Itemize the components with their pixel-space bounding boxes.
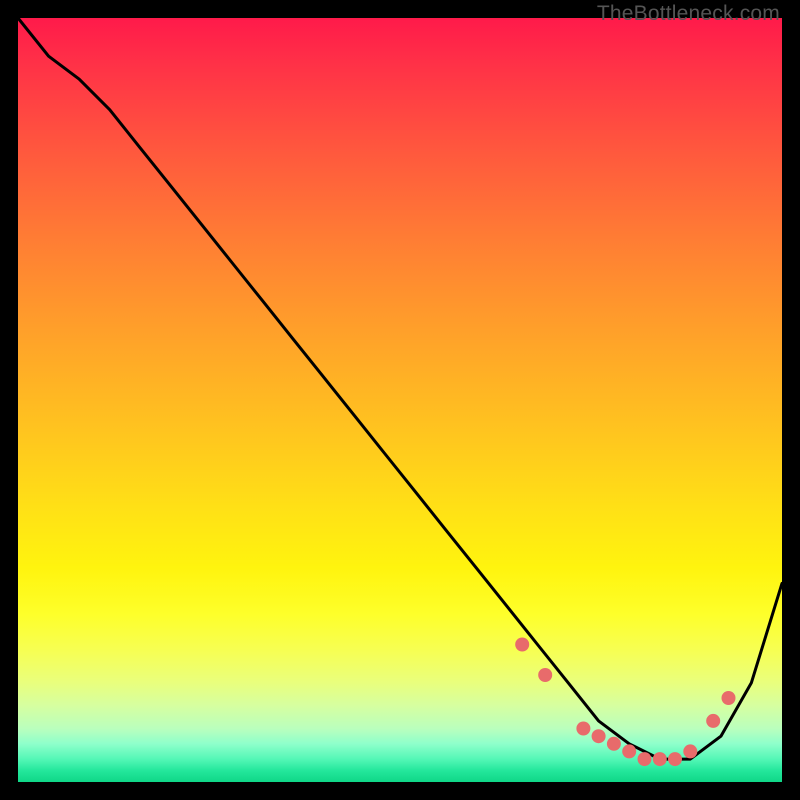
curve-marker [683,744,697,758]
curve-marker [538,668,552,682]
watermark-text: TheBottleneck.com [597,2,780,26]
curve-marker [638,752,652,766]
curve-marker [653,752,667,766]
curve-line [18,18,782,759]
curve-marker [722,691,736,705]
curve-marker [515,638,529,652]
curve-marker [668,752,682,766]
curve-marker [706,714,720,728]
curve-marker [607,737,621,751]
curve-path [18,18,782,759]
curve-marker [622,744,636,758]
chart-svg [18,18,782,782]
stage: TheBottleneck.com [0,0,800,800]
chart-plot-area [18,18,782,782]
curve-marker [592,729,606,743]
curve-marker [576,722,590,736]
